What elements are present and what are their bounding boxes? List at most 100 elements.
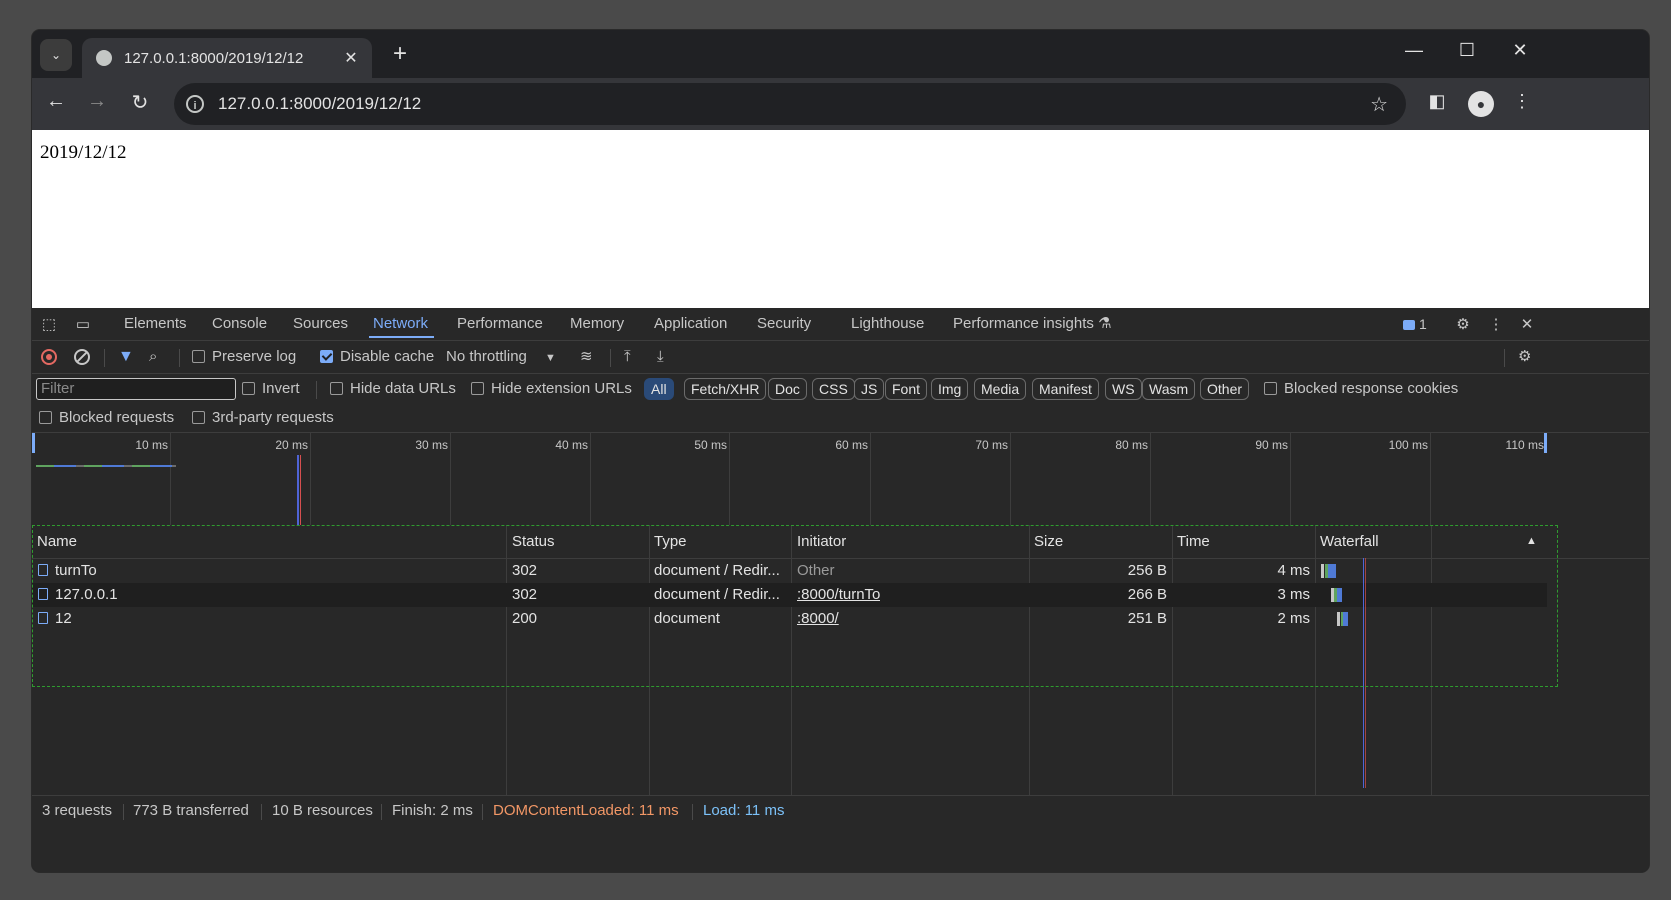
record-button[interactable]	[41, 341, 57, 373]
globe-icon	[96, 50, 112, 66]
filter-chip-js[interactable]: JS	[854, 378, 885, 400]
side-panel-icon[interactable]: ◧	[1424, 91, 1450, 117]
filter-chip-media[interactable]: Media	[974, 378, 1027, 400]
request-size: 251 B	[1127, 610, 1167, 627]
close-window-button[interactable]: ✕	[1500, 40, 1540, 61]
filter-chip-img[interactable]: Img	[931, 378, 969, 400]
clear-button[interactable]	[74, 341, 90, 373]
overview-gridline	[1290, 433, 1291, 525]
device-toolbar-icon[interactable]: ▭	[72, 314, 94, 336]
column-header-size[interactable]: Size	[1034, 525, 1063, 558]
toolbar-divider	[104, 349, 105, 367]
tab-performance-insights[interactable]: Performance insights ⚗	[953, 308, 1112, 340]
devtools-close-icon[interactable]: ✕	[1516, 314, 1538, 336]
hide-extension-urls-label: Hide extension URLs	[491, 380, 632, 397]
filter-funnel-icon[interactable]: ▼	[118, 341, 134, 373]
tab-memory[interactable]: Memory	[570, 308, 624, 340]
overview-right-handle[interactable]	[1544, 433, 1547, 453]
tab-elements[interactable]: Elements	[124, 308, 187, 340]
filter-input[interactable]: Filter	[36, 378, 236, 400]
tab-lighthouse[interactable]: Lighthouse	[851, 308, 924, 340]
tab-close-icon[interactable]: ✕	[340, 48, 362, 68]
status-dom-content-loaded: DOMContentLoaded: 11 ms	[493, 802, 679, 819]
network-settings-gear-icon[interactable]: ⚙	[1518, 341, 1531, 373]
column-header-status[interactable]: Status	[512, 525, 555, 558]
document-icon	[38, 588, 48, 601]
throttling-select[interactable]: No throttling ▼	[446, 341, 556, 373]
search-icon[interactable]: ⌕	[149, 341, 157, 373]
hide-data-urls-checkbox[interactable]: Hide data URLs	[330, 373, 456, 405]
overview-left-handle[interactable]	[32, 433, 35, 453]
status-divider	[482, 804, 483, 820]
back-button[interactable]: ←	[41, 90, 71, 113]
minimize-button[interactable]: —	[1394, 40, 1434, 61]
network-overview-timeline[interactable]: 10 ms 20 ms 30 ms 40 ms 50 ms 60 ms 70 m…	[32, 433, 1649, 526]
request-status: 200	[512, 610, 538, 627]
issues-count: 1	[1419, 316, 1427, 332]
column-header-time[interactable]: Time	[1177, 525, 1210, 558]
filter-chip-manifest[interactable]: Manifest	[1032, 378, 1099, 400]
issues-badge[interactable]: 1	[1403, 316, 1427, 332]
filter-chip-wasm[interactable]: Wasm	[1142, 378, 1196, 400]
filter-chip-fetch-xhr[interactable]: Fetch/XHR	[684, 378, 767, 400]
filter-chip-other[interactable]: Other	[1200, 378, 1250, 400]
request-initiator-link[interactable]: :8000/	[797, 607, 839, 631]
request-size: 266 B	[1127, 586, 1167, 603]
filter-chip-font[interactable]: Font	[885, 378, 928, 400]
kebab-menu-icon[interactable]: ⋮	[1509, 91, 1535, 117]
tab-strip: ⌄ 127.0.0.1:8000/2019/12/12 ✕ + — ☐ ✕	[32, 30, 1649, 78]
site-info-icon[interactable]: i	[186, 95, 204, 113]
sort-ascending-icon[interactable]: ▲	[1526, 525, 1537, 558]
invert-checkbox[interactable]: Invert	[242, 373, 300, 405]
column-header-name[interactable]: Name	[37, 525, 77, 558]
column-header-initiator[interactable]: Initiator	[797, 525, 846, 558]
third-party-requests-checkbox[interactable]: 3rd-party requests	[192, 402, 334, 434]
tab-console[interactable]: Console	[212, 308, 267, 340]
filter-chip-ws[interactable]: WS	[1105, 378, 1142, 400]
blocked-response-cookies-checkbox[interactable]: Blocked response cookies	[1264, 373, 1458, 405]
hide-extension-urls-checkbox[interactable]: Hide extension URLs	[471, 373, 632, 405]
overview-tick-label: 80 ms	[1115, 438, 1148, 452]
address-url[interactable]: 127.0.0.1:8000/2019/12/12	[218, 94, 1370, 114]
import-har-icon[interactable]: ⤒	[624, 341, 631, 373]
request-initiator: Other	[797, 562, 835, 579]
tab-network[interactable]: Network	[368, 308, 435, 340]
table-row[interactable]: 12 200 document :8000/ 251 B 2 ms	[32, 607, 1547, 631]
settings-gear-icon[interactable]: ⚙	[1452, 314, 1474, 336]
disable-cache-checkbox[interactable]: Disable cache	[320, 341, 434, 373]
tab-application[interactable]: Application	[654, 308, 727, 340]
maximize-button[interactable]: ☐	[1447, 40, 1487, 61]
tab-sources[interactable]: Sources	[293, 308, 348, 340]
tab-search-button[interactable]: ⌄	[40, 39, 72, 71]
new-tab-button[interactable]: +	[386, 41, 414, 67]
request-initiator-link[interactable]: :8000/turnTo	[797, 583, 880, 607]
browser-toolbar: ← → ↻ i 127.0.0.1:8000/2019/12/12 ☆ ◧ ● …	[32, 78, 1649, 130]
tab-security[interactable]: Security	[757, 308, 811, 340]
devtools-menu-icon[interactable]: ⋮	[1485, 314, 1507, 336]
column-header-type[interactable]: Type	[654, 525, 687, 558]
browser-tab[interactable]: 127.0.0.1:8000/2019/12/12 ✕	[82, 38, 372, 78]
tab-performance[interactable]: Performance	[457, 308, 543, 340]
status-requests: 3 requests	[42, 802, 113, 819]
preserve-log-checkbox[interactable]: Preserve log	[192, 341, 296, 373]
reload-button[interactable]: ↻	[125, 90, 155, 115]
forward-button[interactable]: →	[82, 90, 112, 113]
filter-chip-all[interactable]: All	[644, 378, 674, 400]
address-bar[interactable]: i 127.0.0.1:8000/2019/12/12 ☆	[174, 83, 1406, 125]
blocked-response-cookies-label: Blocked response cookies	[1284, 380, 1459, 397]
export-har-icon[interactable]: ⤓	[657, 341, 664, 373]
inspect-element-icon[interactable]: ⬚	[38, 314, 60, 336]
request-name: 127.0.0.1	[55, 586, 118, 603]
document-icon	[38, 564, 48, 577]
network-conditions-icon[interactable]: ≋	[580, 341, 593, 373]
table-row[interactable]: turnTo 302 document / Redir... Other 256…	[32, 559, 1547, 583]
filter-chip-doc[interactable]: Doc	[768, 378, 807, 400]
bookmark-star-icon[interactable]: ☆	[1370, 92, 1388, 117]
document-icon	[38, 612, 48, 625]
column-header-waterfall[interactable]: Waterfall	[1320, 525, 1379, 558]
blocked-requests-checkbox[interactable]: Blocked requests	[39, 402, 174, 434]
profile-avatar-icon[interactable]: ●	[1468, 91, 1494, 117]
status-divider	[381, 804, 382, 820]
table-row[interactable]: 127.0.0.1 302 document / Redir... :8000/…	[32, 583, 1547, 607]
filter-chip-css[interactable]: CSS	[812, 378, 855, 400]
